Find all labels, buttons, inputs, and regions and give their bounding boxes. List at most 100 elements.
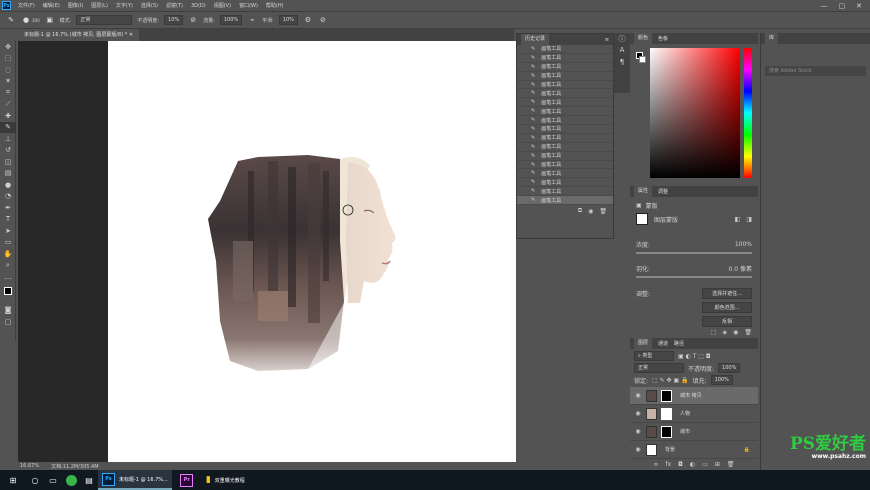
smoothing-field[interactable]: 10% xyxy=(278,15,298,25)
premiere-taskbar-icon[interactable]: Pr xyxy=(178,471,196,489)
history-state[interactable]: ✎ 画笔工具 xyxy=(517,45,613,54)
select-and-mask-button[interactable]: 选择并遮住... xyxy=(702,288,752,299)
marquee-tool-icon[interactable]: ⬚ xyxy=(0,53,16,65)
layer-row[interactable]: ◉ 城市 拷贝 xyxy=(630,387,758,405)
healing-brush-tool-icon[interactable]: ✚ xyxy=(0,110,16,122)
history-state[interactable]: ✎ 画笔工具 xyxy=(517,196,613,206)
pen-tool-icon[interactable]: ✒ xyxy=(0,202,16,214)
minimize-button[interactable]: — xyxy=(821,2,828,10)
color-swatches[interactable] xyxy=(0,283,16,305)
maximize-button[interactable]: ▢ xyxy=(839,2,846,10)
history-state[interactable]: ✎ 画笔工具 xyxy=(517,152,613,161)
quick-mask-icon[interactable]: ◙ xyxy=(0,305,16,317)
tab-swatches[interactable]: 色板 xyxy=(658,35,668,42)
windows-start-icon[interactable]: ⊞ xyxy=(0,471,26,489)
close-tab-icon[interactable]: ✕ xyxy=(129,32,133,38)
density-value[interactable]: 100% xyxy=(735,241,752,248)
brush-tool-icon[interactable]: ✎ xyxy=(0,121,16,133)
visibility-eye-icon[interactable]: ◉ xyxy=(634,446,642,453)
delete-layer-icon[interactable]: 🗑 xyxy=(727,461,735,468)
tab-color[interactable]: 颜色 xyxy=(634,33,653,44)
gradient-tool-icon[interactable]: ▤ xyxy=(0,168,16,180)
history-state[interactable]: ✎ 画笔工具 xyxy=(517,116,613,126)
layer-mask-thumbnail[interactable] xyxy=(661,407,672,420)
taskbar-folder[interactable]: ▮ 双重曝光教程 xyxy=(202,470,249,490)
panel-menu-icon[interactable]: ≡ xyxy=(605,37,613,43)
history-state[interactable]: ✎ 画笔工具 xyxy=(517,161,613,170)
pixel-mask-icon[interactable]: ▣ xyxy=(636,202,642,209)
link-layers-icon[interactable]: ∞ xyxy=(654,461,659,468)
visibility-eye-icon[interactable]: ◉ xyxy=(634,392,642,399)
fill-field[interactable]: 100% xyxy=(710,375,733,385)
character-icon[interactable]: A xyxy=(614,45,630,57)
zoom-tool-icon[interactable]: ⌕ xyxy=(0,260,16,272)
cortana-icon[interactable]: ○ xyxy=(26,471,44,489)
history-state[interactable]: ✎ 画笔工具 xyxy=(517,107,613,117)
tab-channels[interactable]: 通道 xyxy=(658,340,668,347)
rectangle-tool-icon[interactable]: ▭ xyxy=(0,237,16,249)
crop-tool-icon[interactable]: ⌗ xyxy=(0,87,16,99)
snapshot-icon[interactable]: ⧉ xyxy=(578,207,582,215)
feather-slider[interactable] xyxy=(636,276,752,278)
lasso-tool-icon[interactable]: ◌ xyxy=(0,64,16,76)
menu-item[interactable]: 图像(I) xyxy=(64,2,87,9)
add-mask-icon[interactable]: ◘ xyxy=(678,461,683,468)
info-icon[interactable]: ⓘ xyxy=(614,33,630,45)
menu-item[interactable]: 文件(F) xyxy=(14,2,39,9)
tab-properties[interactable]: 属性 xyxy=(634,186,653,197)
layer-mask-thumbnail[interactable] xyxy=(661,389,672,402)
history-brush-tool-icon[interactable]: ↺ xyxy=(0,145,16,157)
layer-mask-thumbnail[interactable] xyxy=(661,425,672,438)
visibility-icon[interactable]: ◉ xyxy=(733,329,738,336)
visibility-eye-icon[interactable]: ◉ xyxy=(634,428,642,435)
pressure-size-icon[interactable]: ⊘ xyxy=(318,15,328,25)
type-tool-icon[interactable]: T xyxy=(0,214,16,226)
magic-wand-tool-icon[interactable]: ✶ xyxy=(0,76,16,88)
hand-tool-icon[interactable]: ✋ xyxy=(0,248,16,260)
tab-libraries[interactable]: 库 xyxy=(765,33,779,44)
layer-style-icon[interactable]: fx xyxy=(666,461,672,468)
layer-filter-select[interactable]: ⌕ 类型 xyxy=(634,351,674,361)
invert-button[interactable]: 反相 xyxy=(702,316,752,327)
brush-settings-icon[interactable]: ▣ xyxy=(45,15,55,25)
tab-layers[interactable]: 图层 xyxy=(634,338,653,349)
layer-row[interactable]: ◉ 背景 🔒 xyxy=(630,441,758,459)
menu-item[interactable]: 编辑(E) xyxy=(39,2,64,9)
delete-mask-icon[interactable]: 🗑 xyxy=(744,329,752,336)
airbrush-icon[interactable]: ⌁ xyxy=(247,15,257,25)
history-state[interactable]: ✎ 画笔工具 xyxy=(517,54,613,63)
document-tab[interactable]: 未标题-1 @ 16.7% (城市 拷贝, 图层蒙版/8) * ✕ xyxy=(18,29,140,41)
menu-item[interactable]: 窗口(W) xyxy=(235,2,262,9)
move-tool-icon[interactable]: ✥ xyxy=(0,41,16,53)
dodge-tool-icon[interactable]: ◔ xyxy=(0,191,16,203)
history-state[interactable]: ✎ 画笔工具 xyxy=(517,72,613,81)
color-field[interactable] xyxy=(650,48,740,178)
history-state[interactable]: ✎ 画笔工具 xyxy=(517,98,613,108)
menu-item[interactable]: 滤镜(T) xyxy=(162,2,187,9)
layer-row[interactable]: ◉ 人物 xyxy=(630,405,758,423)
history-state[interactable]: ✎ 画笔工具 xyxy=(517,63,613,72)
color-range-button[interactable]: 颜色范围... xyxy=(702,302,752,313)
brush-size-icon[interactable]: ● xyxy=(21,15,31,25)
blur-tool-icon[interactable]: ● xyxy=(0,179,16,191)
history-state[interactable]: ✎ 画笔工具 xyxy=(517,178,613,188)
load-selection-icon[interactable]: ⬚ xyxy=(711,329,717,336)
menu-item[interactable]: 图层(L) xyxy=(87,2,112,9)
file-explorer-icon[interactable]: ▤ xyxy=(80,471,98,489)
history-state[interactable]: ✎ 画笔工具 xyxy=(517,125,613,134)
new-group-icon[interactable]: ▭ xyxy=(702,461,708,468)
browser-icon[interactable] xyxy=(62,471,80,489)
eraser-tool-icon[interactable]: ◫ xyxy=(0,156,16,168)
add-vector-mask-icon[interactable]: ◨ xyxy=(746,216,752,223)
tab-adjustments[interactable]: 调整 xyxy=(658,188,668,195)
more-tools-icon[interactable]: … xyxy=(0,271,16,283)
density-slider[interactable] xyxy=(636,252,752,254)
mode-select[interactable]: 正常 xyxy=(76,15,133,25)
history-state[interactable]: ✎ 画笔工具 xyxy=(517,169,613,179)
eyedropper-tool-icon[interactable]: ⟋ xyxy=(0,99,16,111)
apply-mask-icon[interactable]: ◈ xyxy=(723,329,728,336)
tab-history[interactable]: 历史记录 xyxy=(521,34,550,45)
zoom-level[interactable]: 16.67% xyxy=(20,463,39,469)
gear-icon[interactable]: ⚙ xyxy=(303,15,313,25)
history-state[interactable]: ✎ 画笔工具 xyxy=(517,89,613,99)
